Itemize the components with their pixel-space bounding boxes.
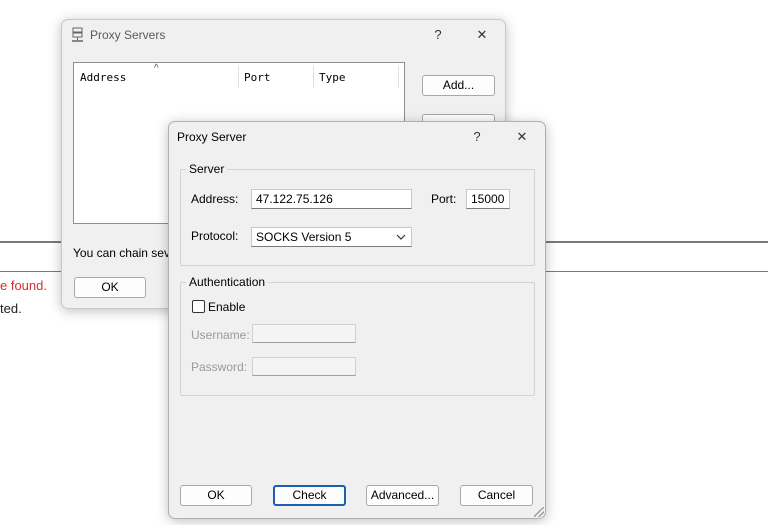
- port-label: Port:: [431, 192, 457, 206]
- protocol-selected-value: SOCKS Version 5: [256, 230, 352, 244]
- server-group: Server: [180, 162, 535, 266]
- column-header-address[interactable]: Address: [80, 71, 126, 84]
- proxy-servers-title: Proxy Servers: [90, 28, 166, 42]
- username-label: Username:: [191, 328, 250, 342]
- address-input[interactable]: 47.122.75.126: [251, 189, 412, 209]
- add-button[interactable]: Add...: [422, 75, 495, 96]
- authentication-group-label: Authentication: [186, 275, 269, 289]
- proxy-server-titlebar[interactable]: Proxy Server ? ✕: [169, 122, 545, 152]
- help-button[interactable]: ?: [427, 25, 449, 45]
- column-header-type[interactable]: Type: [319, 71, 346, 84]
- protocol-label: Protocol:: [191, 229, 239, 243]
- proxy-server-title: Proxy Server: [177, 130, 247, 144]
- column-separator[interactable]: [398, 66, 399, 88]
- proxy-servers-titlebar[interactable]: Proxy Servers ? ✕: [62, 20, 505, 50]
- username-input: [252, 324, 356, 343]
- help-button[interactable]: ?: [466, 127, 488, 147]
- close-button[interactable]: ✕: [511, 127, 533, 147]
- resize-grip-icon[interactable]: [534, 507, 544, 517]
- enable-checkbox[interactable]: [192, 300, 205, 313]
- background-message-text: ted.: [0, 301, 22, 316]
- column-separator[interactable]: [313, 66, 314, 88]
- ok-button[interactable]: OK: [180, 485, 252, 506]
- column-header-port[interactable]: Port: [244, 71, 271, 84]
- sort-ascending-icon: ^: [154, 63, 159, 74]
- server-icon: [72, 27, 83, 42]
- cancel-button[interactable]: Cancel: [460, 485, 533, 506]
- advanced-button[interactable]: Advanced...: [366, 485, 439, 506]
- background-error-text: e found.: [0, 278, 47, 293]
- address-label: Address:: [191, 192, 239, 206]
- close-button[interactable]: ✕: [471, 25, 493, 45]
- chevron-down-icon: [396, 229, 406, 252]
- password-label: Password:: [191, 360, 248, 374]
- column-separator[interactable]: [238, 66, 239, 88]
- check-button[interactable]: Check: [273, 485, 346, 506]
- password-input: [252, 357, 356, 376]
- protocol-select[interactable]: SOCKS Version 5: [251, 227, 412, 247]
- chain-info-text: You can chain sever: [73, 246, 181, 260]
- proxy-server-dialog: Proxy Server ? ✕ Server Address: 47.122.…: [168, 121, 546, 519]
- port-input[interactable]: 15000: [466, 189, 510, 209]
- server-group-label: Server: [186, 162, 228, 176]
- ok-button[interactable]: OK: [74, 277, 146, 298]
- enable-label[interactable]: Enable: [208, 300, 245, 314]
